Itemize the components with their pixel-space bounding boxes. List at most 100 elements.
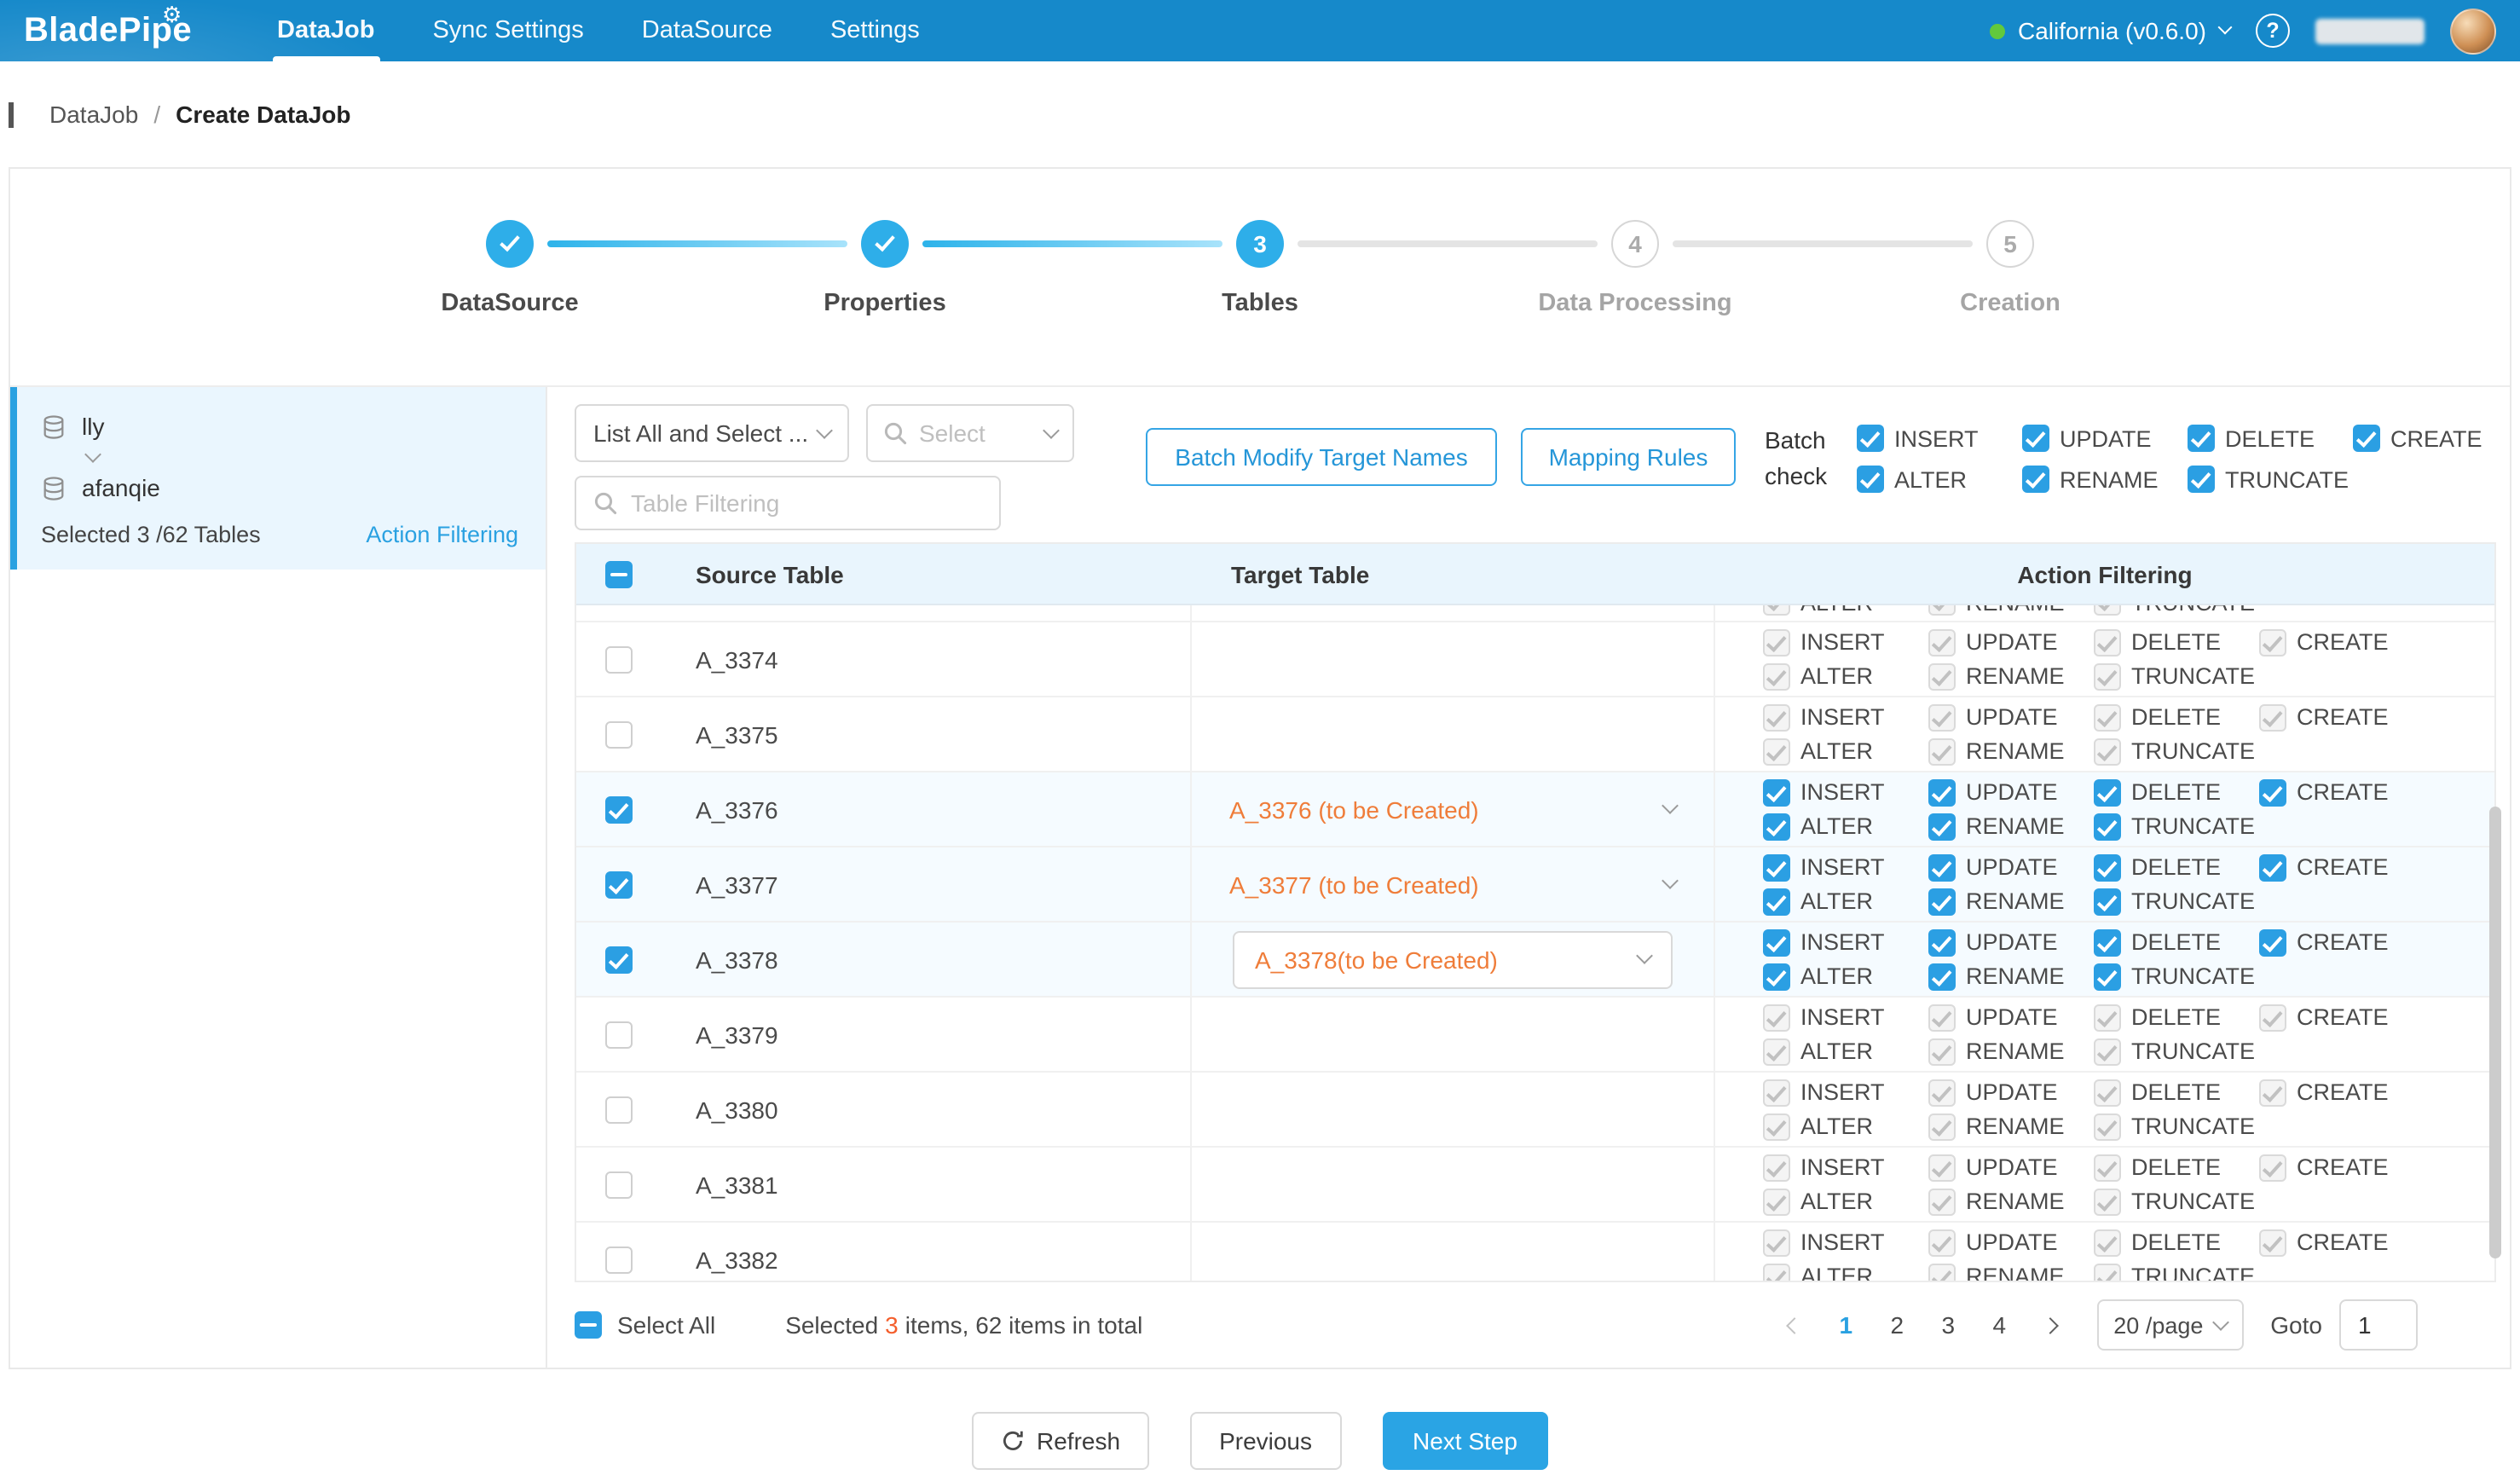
list-select-dropdown[interactable]: List All and Select ... [575, 404, 849, 462]
step-datasource[interactable]: DataSource [322, 220, 697, 317]
row-checkbox[interactable] [605, 720, 633, 748]
step-properties[interactable]: Properties [697, 220, 1072, 317]
action-filter-insert[interactable]: INSERT [1763, 853, 1928, 881]
action-filter-alter[interactable]: ALTER [1763, 813, 1928, 840]
action-filter-create[interactable]: CREATE [2259, 778, 2425, 806]
checkbox-checked[interactable] [1857, 425, 1884, 452]
action-filter-create[interactable]: CREATE [2259, 853, 2425, 881]
page-button-3[interactable]: 3 [1926, 1301, 1970, 1349]
batch-check-alter[interactable]: ALTER [1857, 464, 2022, 495]
nav-item-datasource[interactable]: DataSource [642, 0, 772, 61]
select-all-header-checkbox[interactable] [605, 560, 633, 587]
nav-item-datajob[interactable]: DataJob [277, 0, 374, 61]
target-table-name[interactable]: A_3377 (to be Created) [1229, 871, 1479, 898]
action-filter-rename[interactable]: RENAME [1928, 963, 2094, 990]
breadcrumb-parent[interactable]: DataJob [49, 101, 138, 128]
checkbox-checked[interactable] [1928, 963, 1956, 990]
checkbox-checked[interactable] [1763, 928, 1790, 956]
checkbox-checked[interactable] [1928, 778, 1956, 806]
action-filter-truncate[interactable]: TRUNCATE [2094, 813, 2259, 840]
region-selector[interactable]: California (v0.6.0) [1989, 17, 2230, 44]
previous-button[interactable]: Previous [1190, 1412, 1341, 1470]
checkbox-checked[interactable] [1763, 853, 1790, 881]
checkbox-checked[interactable] [2259, 853, 2286, 881]
checkbox-checked[interactable] [2259, 778, 2286, 806]
app-logo[interactable]: BladePipe ⚙ [24, 11, 192, 50]
checkbox-checked[interactable] [2094, 963, 2121, 990]
action-filter-update[interactable]: UPDATE [1928, 928, 2094, 956]
action-filter-insert[interactable]: INSERT [1763, 928, 1928, 956]
nav-item-settings[interactable]: Settings [830, 0, 920, 61]
batch-check-update[interactable]: UPDATE [2022, 423, 2188, 454]
checkbox-checked[interactable] [2094, 813, 2121, 840]
checkbox-checked[interactable] [1857, 466, 1884, 493]
refresh-button[interactable]: Refresh [972, 1412, 1149, 1470]
goto-page-input[interactable] [2339, 1299, 2418, 1351]
checkbox-checked[interactable] [1928, 928, 1956, 956]
page-size-select[interactable]: 20 /page [2096, 1299, 2243, 1351]
action-filter-delete[interactable]: DELETE [2094, 778, 2259, 806]
table-scrollbar[interactable] [2489, 807, 2501, 1258]
action-filter-rename[interactable]: RENAME [1928, 813, 2094, 840]
target-table-select[interactable]: A_3378(to be Created) [1233, 930, 1673, 988]
checkbox-checked[interactable] [1763, 963, 1790, 990]
action-filter-truncate[interactable]: TRUNCATE [2094, 888, 2259, 915]
action-filter-delete[interactable]: DELETE [2094, 928, 2259, 956]
table-filter-input[interactable] [631, 489, 982, 517]
row-checkbox[interactable] [605, 1021, 633, 1048]
checkbox-checked[interactable] [2353, 425, 2380, 452]
select-all-toggle[interactable]: Select All [575, 1311, 715, 1339]
row-checkbox[interactable] [605, 645, 633, 673]
action-filter-alter[interactable]: ALTER [1763, 963, 1928, 990]
datasource-selection[interactable]: lly afanqie Selected 3 /62 Tables Action… [10, 387, 546, 570]
help-button[interactable]: ? [2256, 14, 2290, 48]
checkbox-checked[interactable] [2094, 778, 2121, 806]
select-all-checkbox[interactable] [575, 1311, 602, 1339]
avatar[interactable] [2450, 8, 2496, 54]
checkbox-checked[interactable] [1928, 888, 1956, 915]
next-step-button[interactable]: Next Step [1382, 1412, 1548, 1470]
mapping-rules-button[interactable]: Mapping Rules [1521, 428, 1736, 486]
action-filter-create[interactable]: CREATE [2259, 928, 2425, 956]
checkbox-checked[interactable] [2022, 425, 2049, 452]
checkbox-checked[interactable] [1928, 813, 1956, 840]
row-checkbox[interactable] [605, 946, 633, 973]
action-filter-insert[interactable]: INSERT [1763, 778, 1928, 806]
batch-check-delete[interactable]: DELETE [2188, 423, 2353, 454]
prev-page-button[interactable] [1772, 1301, 1817, 1349]
page-button-2[interactable]: 2 [1875, 1301, 1919, 1349]
action-filter-delete[interactable]: DELETE [2094, 853, 2259, 881]
checkbox-checked[interactable] [1763, 888, 1790, 915]
batch-check-create[interactable]: CREATE [2353, 423, 2518, 454]
checkbox-checked[interactable] [2094, 928, 2121, 956]
batch-check-truncate[interactable]: TRUNCATE [2188, 464, 2353, 495]
checkbox-checked[interactable] [2188, 425, 2215, 452]
row-checkbox[interactable] [605, 1171, 633, 1198]
checkbox-checked[interactable] [2094, 888, 2121, 915]
row-checkbox[interactable] [605, 795, 633, 823]
page-button-4[interactable]: 4 [1977, 1301, 2021, 1349]
action-filter-truncate[interactable]: TRUNCATE [2094, 963, 2259, 990]
checkbox-checked[interactable] [1763, 778, 1790, 806]
page-button-1[interactable]: 1 [1824, 1301, 1868, 1349]
action-filtering-link[interactable]: Action Filtering [366, 522, 518, 547]
action-filter-alter[interactable]: ALTER [1763, 888, 1928, 915]
expand-tree-toggle[interactable] [41, 445, 518, 469]
batch-check-insert[interactable]: INSERT [1857, 423, 2022, 454]
checkbox-checked[interactable] [2022, 466, 2049, 493]
batch-modify-target-names-button[interactable]: Batch Modify Target Names [1146, 428, 1497, 486]
row-checkbox[interactable] [605, 1246, 633, 1273]
next-page-button[interactable] [2028, 1301, 2072, 1349]
checkbox-checked[interactable] [1928, 853, 1956, 881]
table-filter-search[interactable] [575, 476, 1001, 530]
batch-check-rename[interactable]: RENAME [2022, 464, 2188, 495]
checkbox-checked[interactable] [2094, 853, 2121, 881]
checkbox-checked[interactable] [1763, 813, 1790, 840]
step-tables[interactable]: 3 Tables [1072, 220, 1448, 317]
checkbox-checked[interactable] [2188, 466, 2215, 493]
target-database-row[interactable]: afanqie [41, 469, 518, 506]
row-checkbox[interactable] [605, 1096, 633, 1123]
row-checkbox[interactable] [605, 871, 633, 898]
nav-item-sync-settings[interactable]: Sync Settings [432, 0, 583, 61]
select-dropdown[interactable]: Select [866, 404, 1074, 462]
